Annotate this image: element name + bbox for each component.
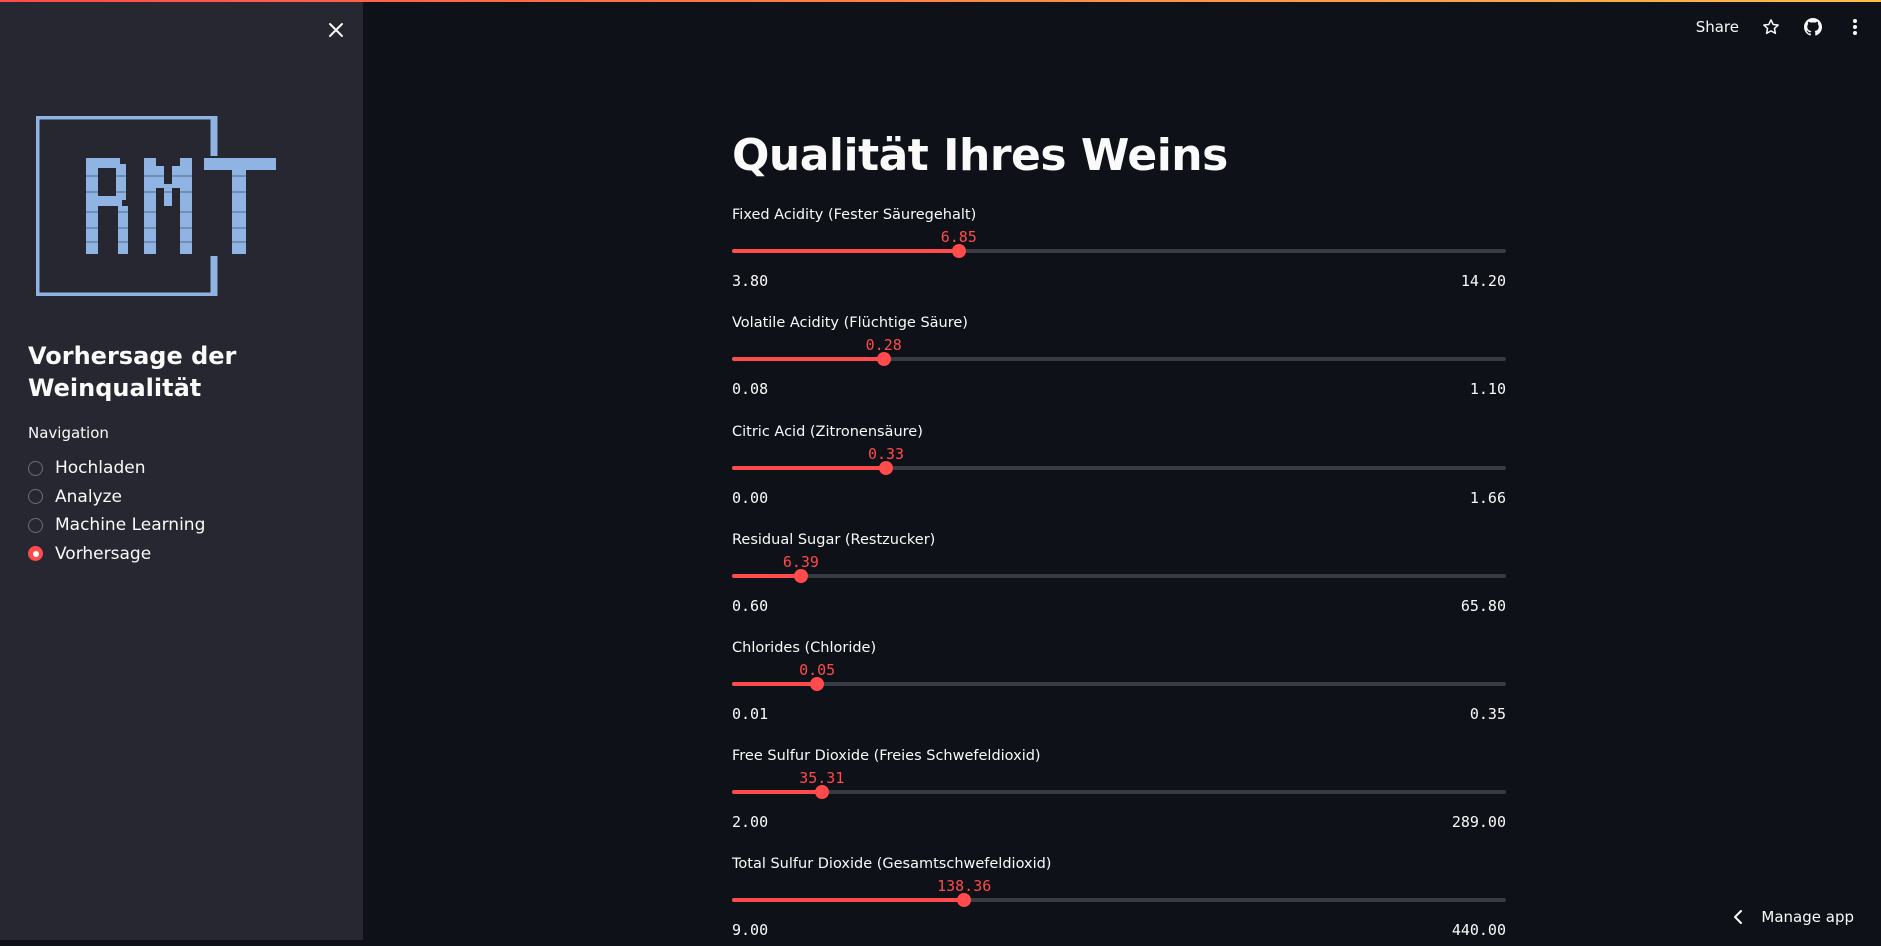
slider-track[interactable]: [732, 249, 1506, 253]
nav-radio-label: Vorhersage: [55, 544, 151, 564]
slider-max: 1.66: [1470, 489, 1506, 507]
slider-track[interactable]: [732, 682, 1506, 686]
slider-label: Residual Sugar (Restzucker): [732, 532, 935, 548]
slider-thumb[interactable]: [815, 785, 829, 799]
slider-max: 65.80: [1461, 597, 1506, 615]
slider-fill: [732, 790, 822, 794]
slider-residual-sugar: Residual Sugar (Restzucker) 6.39 0.60 65…: [732, 532, 1506, 622]
slider-track[interactable]: [732, 898, 1506, 902]
slider-thumb[interactable]: [952, 244, 966, 258]
slider-fixed-acidity: Fixed Acidity (Fester Säuregehalt) 6.85 …: [732, 207, 1506, 297]
slider-volatile-acidity: Volatile Acidity (Flüchtige Säure) 0.28 …: [732, 315, 1506, 405]
slider-fill: [732, 357, 884, 361]
slider-min: 0.00: [732, 489, 768, 507]
slider-min: 0.01: [732, 705, 768, 723]
slider-track[interactable]: [732, 574, 1506, 578]
main-menu-button[interactable]: [1845, 17, 1865, 37]
slider-fill: [732, 574, 801, 578]
slider-thumb[interactable]: [957, 893, 971, 907]
slider-label: Chlorides (Chloride): [732, 640, 876, 656]
slider-thumb[interactable]: [879, 461, 893, 475]
radio-button[interactable]: [28, 489, 43, 504]
nav-radio-label: Hochladen: [55, 458, 145, 478]
slider-citric-acid: Citric Acid (Zitronensäure) 0.33 0.00 1.…: [732, 424, 1506, 514]
share-button[interactable]: Share: [1696, 18, 1739, 36]
manage-app-button[interactable]: Manage app: [1733, 908, 1854, 926]
star-icon: [1762, 18, 1780, 36]
slider-min: 0.60: [732, 597, 768, 615]
nav-radio-hochladen[interactable]: Hochladen: [28, 454, 205, 483]
header-decoration: [0, 0, 1881, 2]
radio-button-selected[interactable]: [28, 546, 43, 561]
slider-max: 14.20: [1461, 272, 1506, 290]
close-sidebar-button[interactable]: [324, 18, 348, 42]
slider-thumb[interactable]: [794, 569, 808, 583]
slider-fill: [732, 466, 886, 470]
slider-track[interactable]: [732, 466, 1506, 470]
slider-label: Free Sulfur Dioxide (Freies Schwefeldiox…: [732, 748, 1041, 764]
page-title: Qualität Ihres Weins: [732, 130, 1228, 181]
slider-label: Volatile Acidity (Flüchtige Säure): [732, 315, 968, 331]
slider-fill: [732, 249, 959, 253]
slider-min: 0.08: [732, 380, 768, 398]
logo-image: [36, 116, 280, 296]
slider-min: 2.00: [732, 813, 768, 831]
slider-chlorides: Chlorides (Chloride) 0.05 0.01 0.35: [732, 640, 1506, 730]
radio-button[interactable]: [28, 461, 43, 476]
slider-min: 9.00: [732, 921, 768, 939]
navigation-label: Navigation: [28, 424, 109, 442]
nav-radio-label: Machine Learning: [55, 515, 205, 535]
sidebar: Vorhersage der Weinqualität Navigation H…: [0, 0, 363, 940]
radio-button[interactable]: [28, 518, 43, 533]
nav-radio-vorhersage[interactable]: Vorhersage: [28, 540, 205, 569]
slider-max: 289.00: [1452, 813, 1506, 831]
manage-app-label: Manage app: [1761, 908, 1854, 926]
navigation-radio-group: Hochladen Analyze Machine Learning Vorhe…: [28, 454, 205, 568]
github-icon: [1804, 18, 1822, 36]
slider-track[interactable]: [732, 357, 1506, 361]
nav-radio-label: Analyze: [55, 487, 122, 507]
slider-fill: [732, 682, 817, 686]
slider-track[interactable]: [732, 790, 1506, 794]
favorite-button[interactable]: [1761, 17, 1781, 37]
slider-label: Total Sulfur Dioxide (Gesamtschwefeldiox…: [732, 856, 1051, 872]
chevron-left-icon: [1733, 910, 1743, 924]
slider-min: 3.80: [732, 272, 768, 290]
more-vert-icon: [1852, 18, 1858, 36]
nav-radio-machine-learning[interactable]: Machine Learning: [28, 511, 205, 540]
slider-label: Fixed Acidity (Fester Säuregehalt): [732, 207, 976, 223]
slider-thumb[interactable]: [877, 352, 891, 366]
nav-radio-analyze[interactable]: Analyze: [28, 483, 205, 512]
app-toolbar: Share: [1696, 14, 1865, 40]
close-icon: [328, 22, 344, 38]
slider-fill: [732, 898, 964, 902]
slider-free-sulfur-dioxide: Free Sulfur Dioxide (Freies Schwefeldiox…: [732, 748, 1506, 838]
logo: [36, 116, 280, 296]
slider-max: 1.10: [1470, 380, 1506, 398]
slider-label: Citric Acid (Zitronensäure): [732, 424, 923, 440]
github-button[interactable]: [1803, 17, 1823, 37]
slider-total-sulfur-dioxide: Total Sulfur Dioxide (Gesamtschwefeldiox…: [732, 856, 1506, 946]
slider-max: 440.00: [1452, 921, 1506, 939]
slider-max: 0.35: [1470, 705, 1506, 723]
slider-thumb[interactable]: [810, 677, 824, 691]
sidebar-title: Vorhersage der Weinqualität: [28, 340, 338, 404]
